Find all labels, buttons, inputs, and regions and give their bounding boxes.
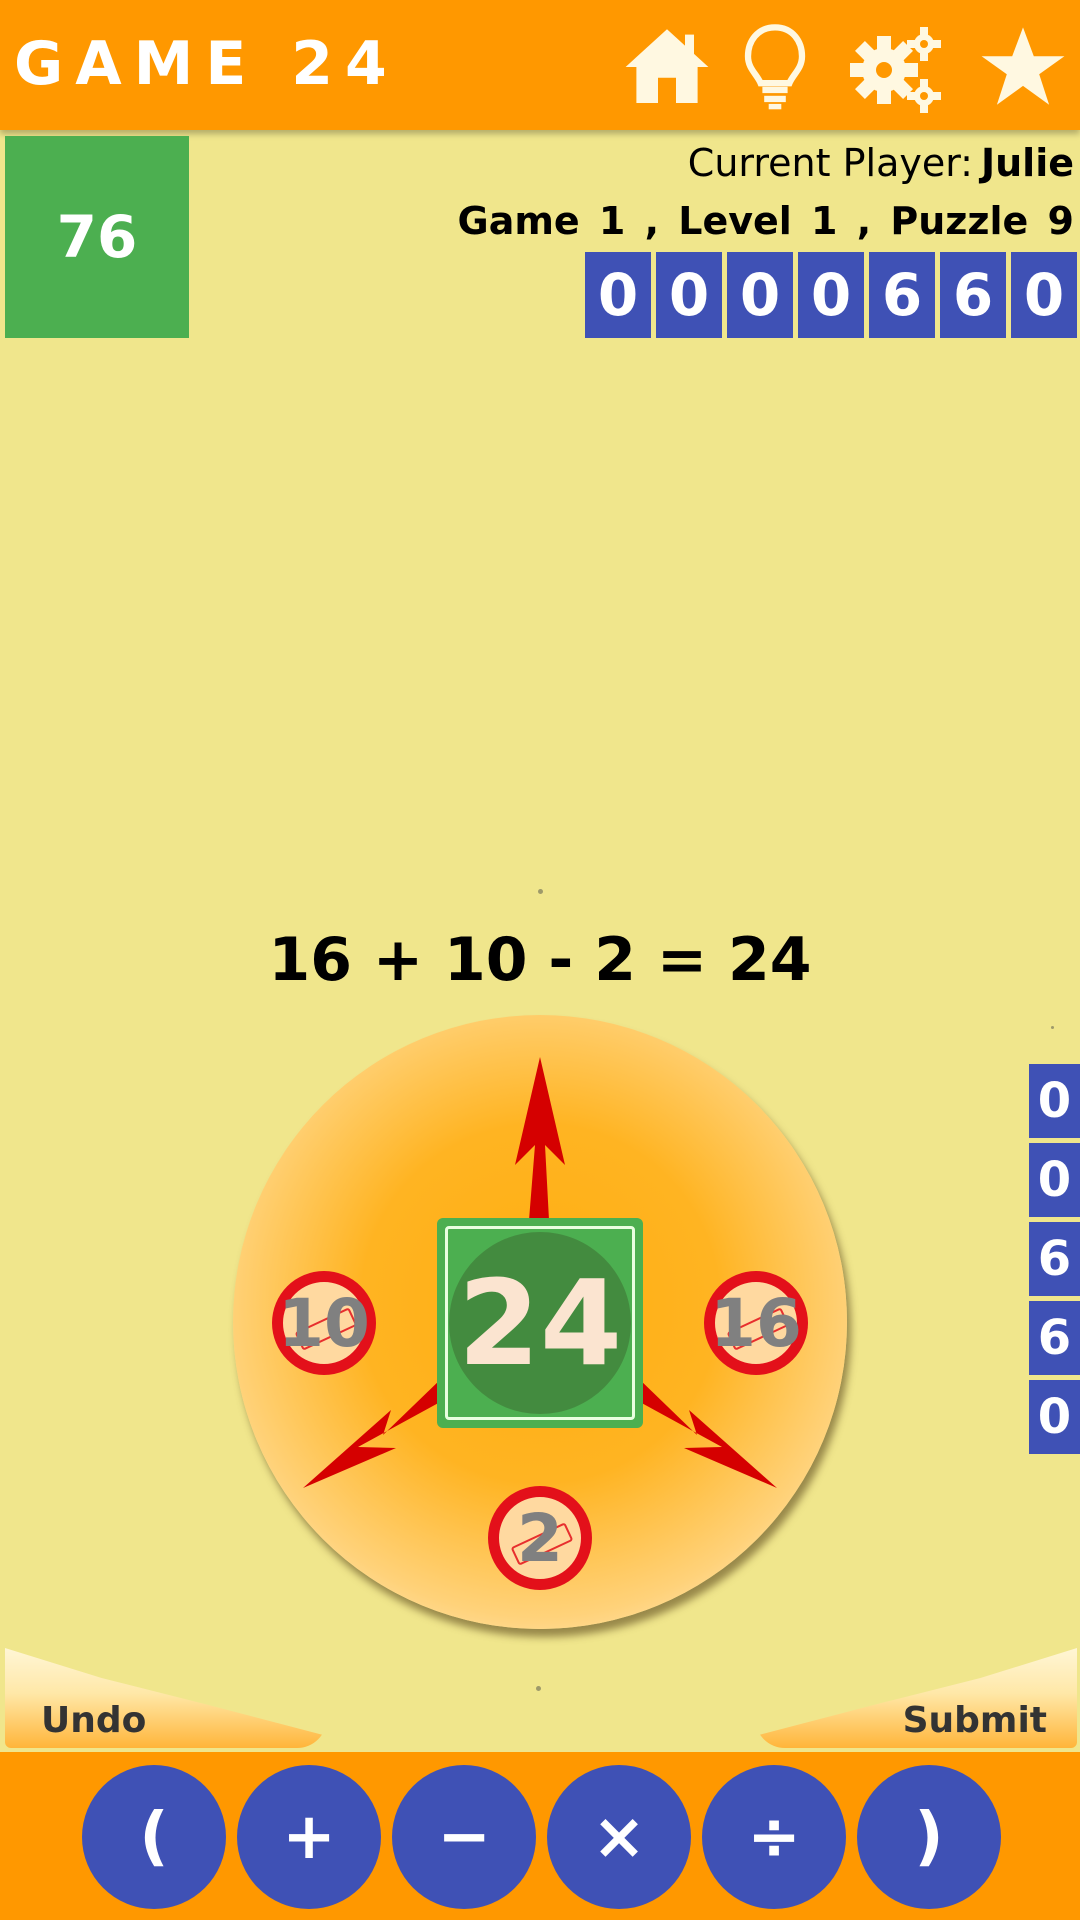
score-digit: 6 — [940, 252, 1006, 338]
score-digit: 0 — [1011, 252, 1077, 338]
number-chip-bottom[interactable]: 2 — [488, 1486, 592, 1590]
side-score-digit: 0 — [1029, 1143, 1080, 1217]
equation-display: 16 + 10 - 2 = 24 — [268, 925, 812, 995]
side-score-digit: 0 — [1029, 1064, 1080, 1138]
plus-button[interactable]: + — [237, 1765, 381, 1909]
side-score-digit: 6 — [1029, 1222, 1080, 1296]
star-icon[interactable] — [978, 22, 1068, 112]
score-digit: 0 — [585, 252, 651, 338]
submit-button[interactable]: Submit — [755, 1648, 1077, 1748]
side-score-digit: 0 — [1029, 1380, 1080, 1454]
divider-dot — [1051, 1026, 1054, 1029]
top-app-bar: GAME 24 — [0, 0, 1080, 130]
chip-value: 2 — [517, 1499, 563, 1577]
divide-button[interactable]: ÷ — [702, 1765, 846, 1909]
chip-value: 10 — [278, 1284, 370, 1362]
current-player: Current Player: Julie — [688, 138, 1074, 188]
times-button[interactable]: × — [547, 1765, 691, 1909]
lightbulb-icon[interactable] — [730, 22, 820, 112]
undo-button[interactable]: Undo — [5, 1648, 327, 1748]
game-level-puzzle: Game 1 , Level 1 , Puzzle 9 — [457, 199, 1075, 243]
side-score-counter: 0 0 6 6 0 — [1029, 1064, 1080, 1454]
divider-dot — [536, 1686, 541, 1691]
open-paren-button[interactable]: ( — [82, 1765, 226, 1909]
number-chip-right[interactable]: 16 — [704, 1271, 808, 1375]
settings-gears-icon[interactable] — [846, 18, 946, 118]
close-paren-button[interactable]: ) — [857, 1765, 1001, 1909]
divider-dot — [538, 889, 543, 894]
score-digit: 0 — [656, 252, 722, 338]
minus-button[interactable]: − — [392, 1765, 536, 1909]
score-counter: 0 0 0 0 6 6 0 — [585, 252, 1077, 338]
player-name: Julie — [980, 141, 1074, 185]
player-label: Current Player: — [687, 141, 973, 185]
target-number: 24 — [457, 1254, 623, 1392]
timer-box: 76 — [5, 136, 189, 338]
target-tile: 24 — [437, 1218, 643, 1428]
score-digit: 0 — [798, 252, 864, 338]
app-title: GAME 24 — [14, 29, 399, 99]
chip-value: 16 — [710, 1284, 802, 1362]
score-digit: 6 — [869, 252, 935, 338]
home-icon[interactable] — [622, 22, 712, 112]
number-chip-left[interactable]: 10 — [272, 1271, 376, 1375]
side-score-digit: 6 — [1029, 1301, 1080, 1375]
score-digit: 0 — [727, 252, 793, 338]
